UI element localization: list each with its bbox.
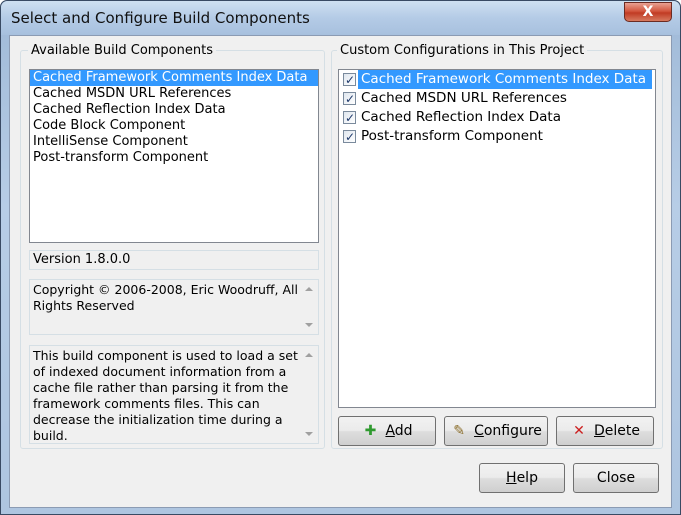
window-title: Select and Configure Build Components	[11, 9, 310, 27]
list-item[interactable]: Cached Reflection Index Data	[30, 102, 318, 118]
list-item[interactable]: Cached Framework Comments Index Data	[30, 70, 318, 86]
list-item[interactable]: Cached MSDN URL References	[339, 89, 655, 109]
list-item[interactable]: Cached Framework Comments Index Data	[339, 70, 655, 90]
available-components-list[interactable]: Cached Framework Comments Index Data Cach…	[29, 69, 319, 243]
delete-x-icon: ✕	[573, 423, 585, 439]
checkbox[interactable]	[343, 128, 356, 147]
list-item[interactable]: IntelliSense Component	[30, 134, 318, 150]
dialog-client-area: Available Build Components Cached Framew…	[9, 35, 672, 508]
description-scrollbar[interactable]	[300, 346, 318, 443]
available-components-label: Available Build Components	[28, 43, 216, 58]
delete-button[interactable]: ✕ Delete	[556, 416, 654, 446]
scroll-up-arrow-icon[interactable]	[305, 287, 313, 291]
list-item[interactable]: Code Block Component	[30, 118, 318, 134]
copyright-scrollbar[interactable]	[300, 280, 318, 334]
checkbox[interactable]	[343, 109, 356, 128]
scroll-down-arrow-icon[interactable]	[305, 323, 313, 327]
list-item[interactable]: Cached MSDN URL References	[30, 86, 318, 102]
custom-configurations-label: Custom Configurations in This Project	[337, 43, 588, 58]
custom-configurations-group: Custom Configurations in This Project Ca…	[331, 43, 663, 449]
list-item-label: Cached Framework Comments Index Data	[358, 70, 652, 89]
list-item[interactable]: Cached Reflection Index Data	[339, 108, 655, 128]
add-plus-icon: ✚	[364, 423, 377, 439]
close-window-button[interactable]: X	[624, 2, 672, 22]
version-label: Version 1.8.0.0	[29, 250, 319, 270]
list-item-label: Cached Reflection Index Data	[361, 109, 561, 125]
copyright-text: Copyright © 2006-2008, Eric Woodruff, Al…	[33, 282, 298, 313]
add-button[interactable]: ✚ Add	[338, 416, 436, 446]
help-button[interactable]: Help	[479, 463, 565, 493]
scroll-up-arrow-icon[interactable]	[305, 353, 313, 357]
list-item[interactable]: Post-transform Component	[339, 127, 655, 147]
checkbox[interactable]	[343, 90, 356, 109]
copyright-box: Copyright © 2006-2008, Eric Woodruff, Al…	[29, 279, 319, 335]
list-item-label: Cached MSDN URL References	[361, 90, 567, 106]
scroll-down-arrow-icon[interactable]	[305, 432, 313, 436]
custom-configurations-list[interactable]: Cached Framework Comments Index DataCach…	[338, 69, 656, 408]
close-button[interactable]: Close	[573, 463, 659, 493]
description-box: This build component is used to load a s…	[29, 345, 319, 444]
list-item-label: Post-transform Component	[361, 128, 543, 144]
configure-button[interactable]: ✎ Configure	[444, 416, 548, 446]
available-components-group: Available Build Components Cached Framew…	[20, 43, 325, 449]
list-item[interactable]: Post-transform Component	[30, 150, 318, 166]
dialog-window: Select and Configure Build Components X …	[0, 0, 681, 515]
title-bar[interactable]: Select and Configure Build Components X	[1, 1, 680, 35]
checkbox[interactable]	[343, 71, 356, 90]
configure-wand-icon: ✎	[453, 423, 465, 439]
description-text: This build component is used to load a s…	[33, 348, 298, 443]
